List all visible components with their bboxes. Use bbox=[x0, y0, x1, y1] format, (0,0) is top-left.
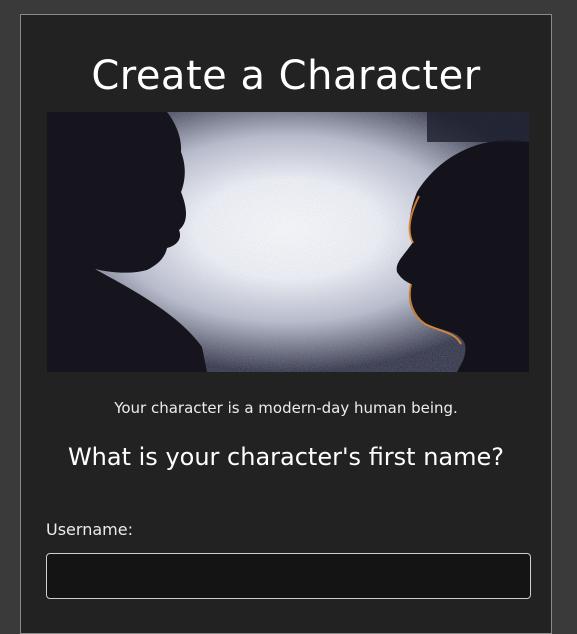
character-hero-image bbox=[47, 112, 529, 372]
username-label: Username: bbox=[46, 520, 133, 539]
character-creation-panel: Create a Character Your character is a m… bbox=[20, 14, 552, 634]
page-title: Create a Character bbox=[91, 53, 481, 99]
silhouettes-illustration bbox=[47, 112, 529, 372]
first-name-question: What is your character's first name? bbox=[67, 443, 505, 471]
username-input[interactable] bbox=[46, 553, 531, 599]
character-description: Your character is a modern-day human bei… bbox=[114, 399, 458, 417]
